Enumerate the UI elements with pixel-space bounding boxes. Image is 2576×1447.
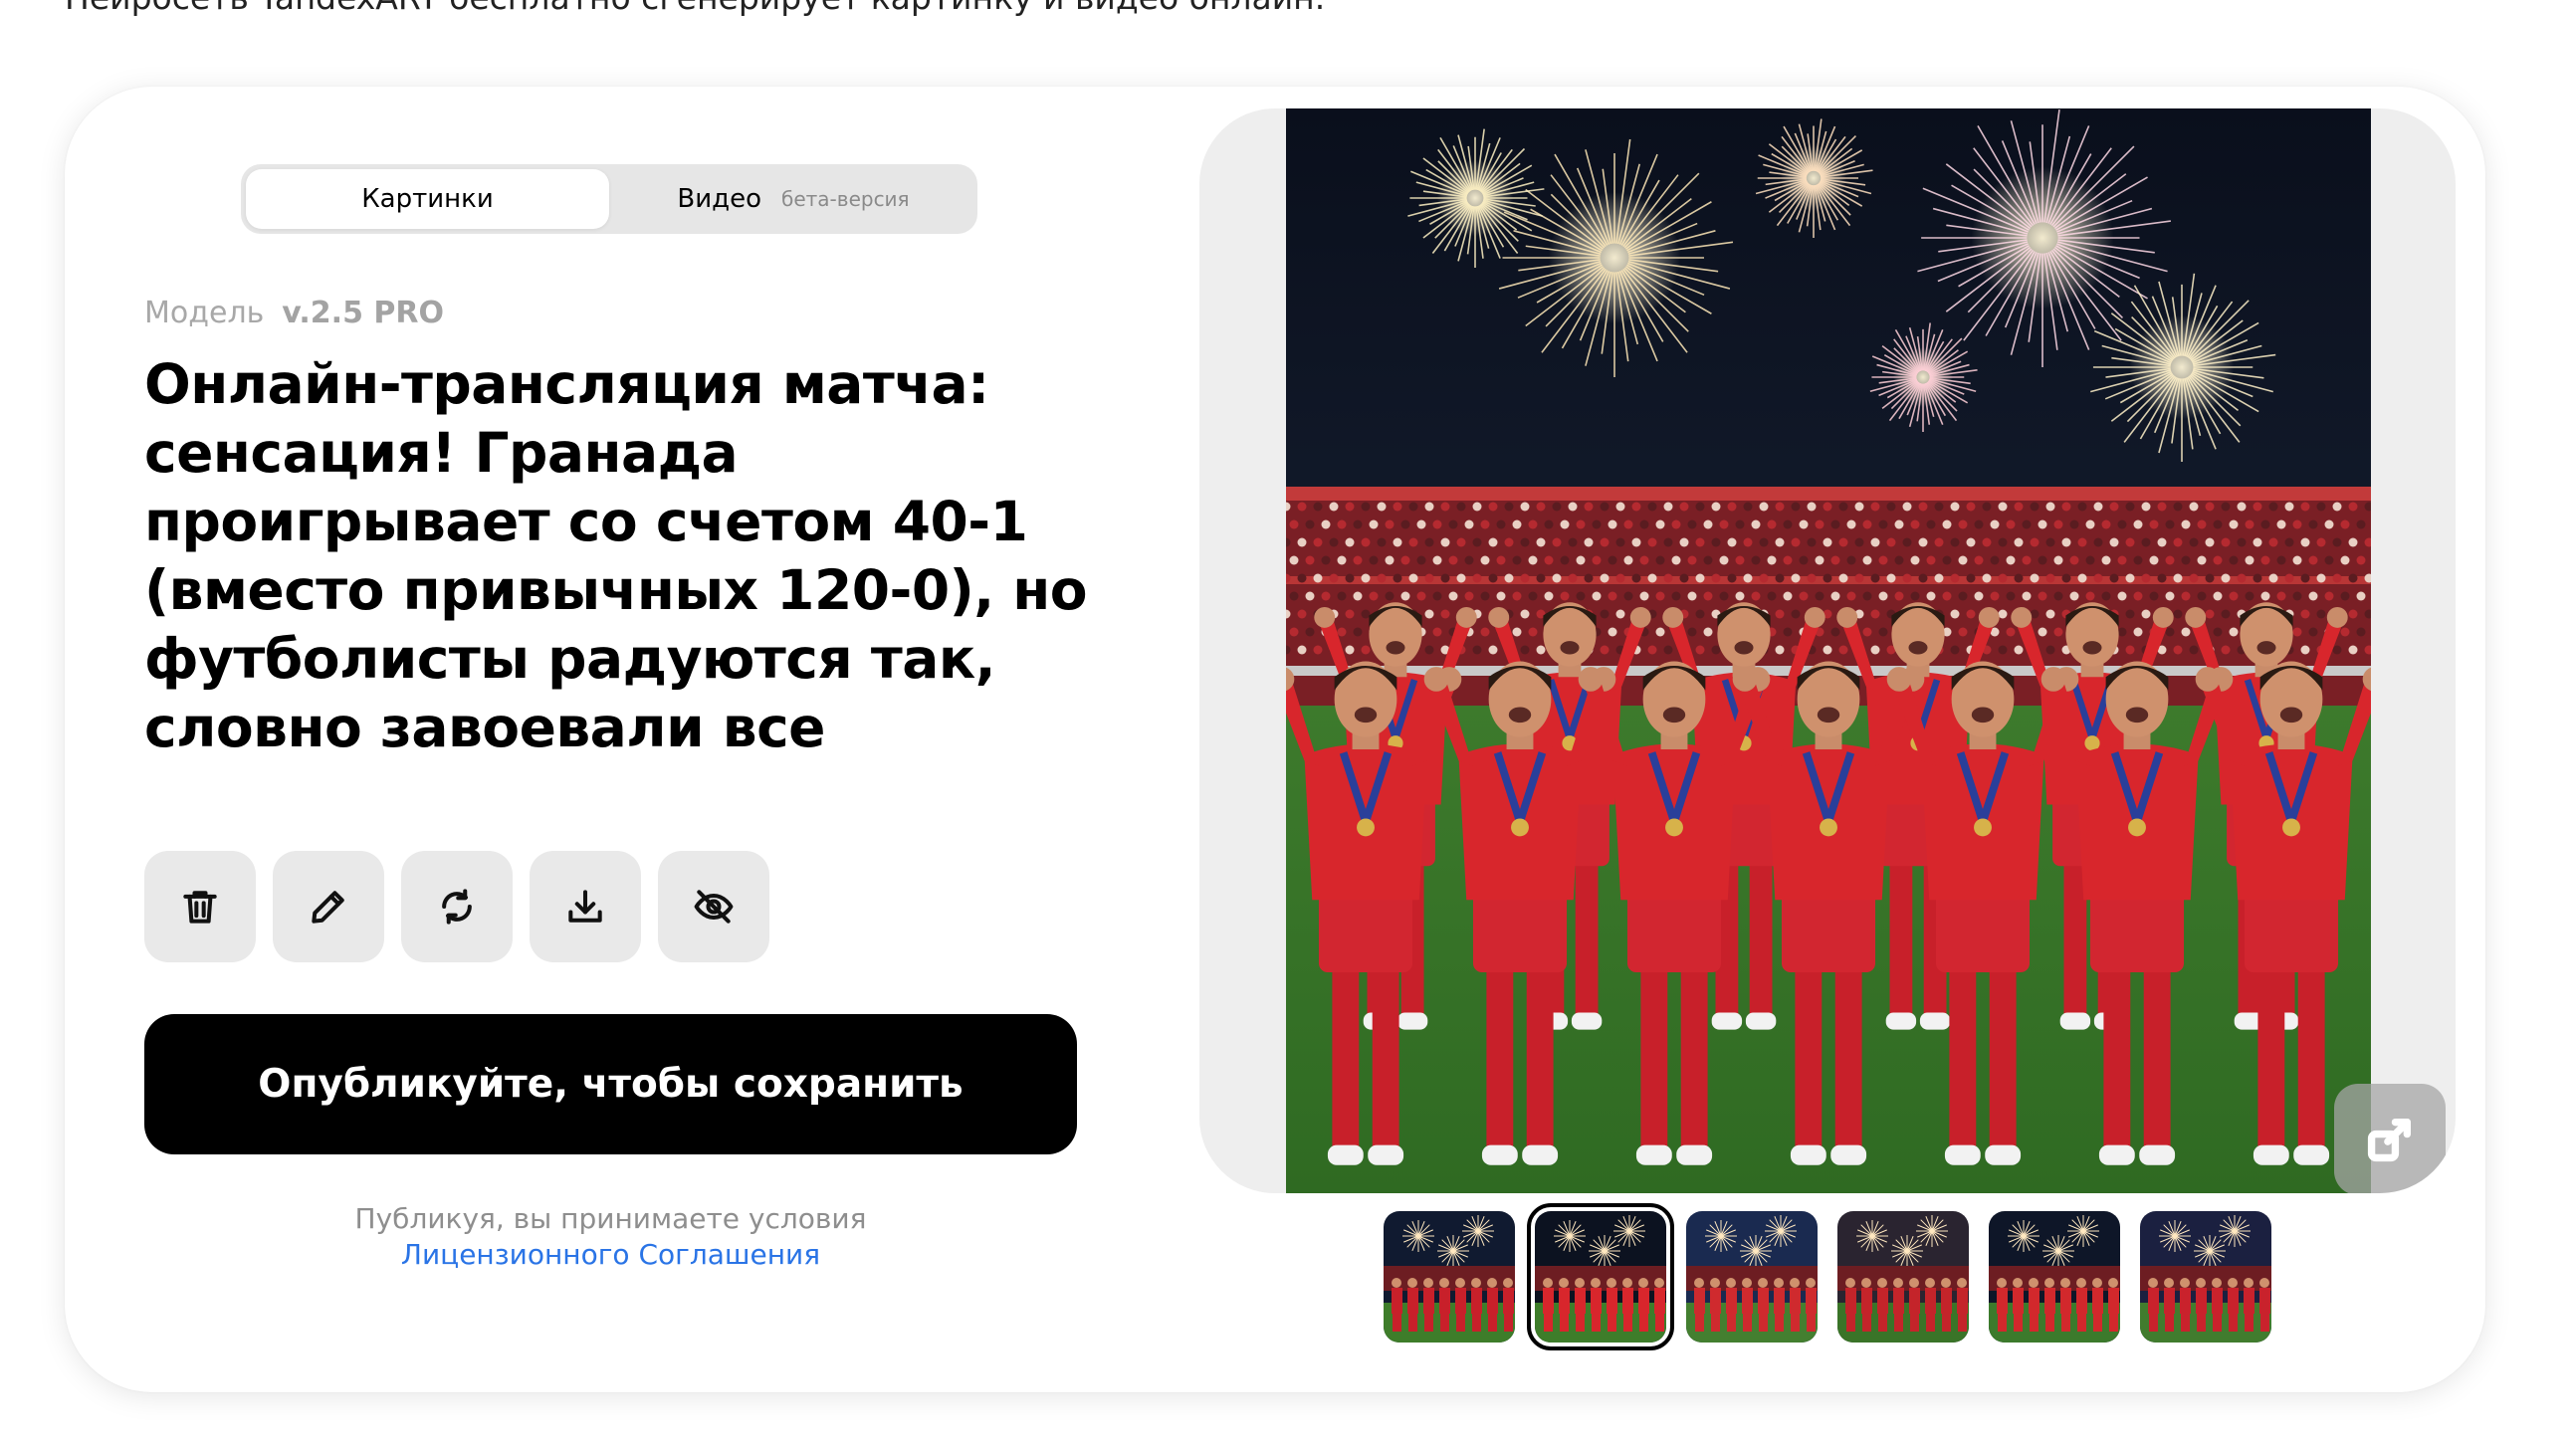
thumbnail-image	[1989, 1211, 2120, 1343]
publish-button[interactable]: Опубликуйте, чтобы сохранить	[144, 1014, 1077, 1154]
mode-switch: Картинки Видео бета-версия	[241, 164, 977, 234]
download-icon	[568, 890, 602, 923]
thumbnail[interactable]	[2140, 1211, 2271, 1343]
thumbnail-image	[1535, 1211, 1666, 1343]
action-bar	[144, 851, 769, 962]
eye-off-icon	[694, 890, 734, 924]
thumbnail[interactable]	[1384, 1211, 1515, 1343]
model-label: Модель	[144, 296, 265, 330]
terms-notice: Публикуя, вы принимаете условия Лицензио…	[144, 1201, 1077, 1273]
prompt-container[interactable]: Онлайн-трансляция матча: сенсация! Грана…	[144, 350, 1100, 768]
terms-text: Публикуя, вы принимаете условия	[354, 1202, 867, 1235]
generated-image[interactable]	[1286, 108, 2371, 1193]
tab-images-label: Картинки	[361, 184, 494, 214]
tab-images[interactable]: Картинки	[246, 169, 609, 229]
tab-video-label: Видео	[677, 184, 762, 214]
delete-button[interactable]	[144, 851, 256, 962]
download-button[interactable]	[530, 851, 641, 962]
edit-button[interactable]	[273, 851, 384, 962]
model-version: v.2.5 PRO	[282, 296, 444, 330]
thumbnail-image	[1384, 1211, 1515, 1343]
beta-badge: бета-версия	[781, 187, 910, 211]
thumbnail[interactable]	[1989, 1211, 2120, 1343]
model-info: Модель v.2.5 PRO	[144, 296, 444, 330]
thumbnail-strip	[1384, 1203, 2271, 1350]
trash-icon	[183, 891, 217, 924]
generated-image-drawing	[1286, 108, 2371, 1193]
image-preview-panel	[1199, 108, 2456, 1193]
license-agreement-link[interactable]: Лицензионного Соглашения	[144, 1237, 1077, 1273]
thumbnail[interactable]	[1686, 1211, 1818, 1343]
thumbnail-image	[1686, 1211, 1818, 1343]
generator-card: Картинки Видео бета-версия Модель v.2.5 P…	[65, 87, 2485, 1392]
refresh-icon	[442, 889, 472, 925]
regenerate-button[interactable]	[401, 851, 513, 962]
thumbnail-selected[interactable]	[1527, 1203, 1674, 1350]
tab-video[interactable]: Видео бета-версия	[614, 169, 972, 229]
thumbnail-image	[2140, 1211, 2271, 1343]
expand-icon	[2367, 1118, 2412, 1162]
expand-button[interactable]	[2334, 1084, 2446, 1193]
pencil-icon	[312, 891, 344, 924]
thumbnail-image	[1837, 1211, 1969, 1343]
prompt-text: Онлайн-трансляция матча: сенсация! Грана…	[144, 352, 1088, 759]
page-intro-text: Нейросеть YandexART бесплатно сгенерируе…	[65, 0, 1325, 17]
hide-button[interactable]	[658, 851, 769, 962]
thumbnail[interactable]	[1837, 1211, 1969, 1343]
